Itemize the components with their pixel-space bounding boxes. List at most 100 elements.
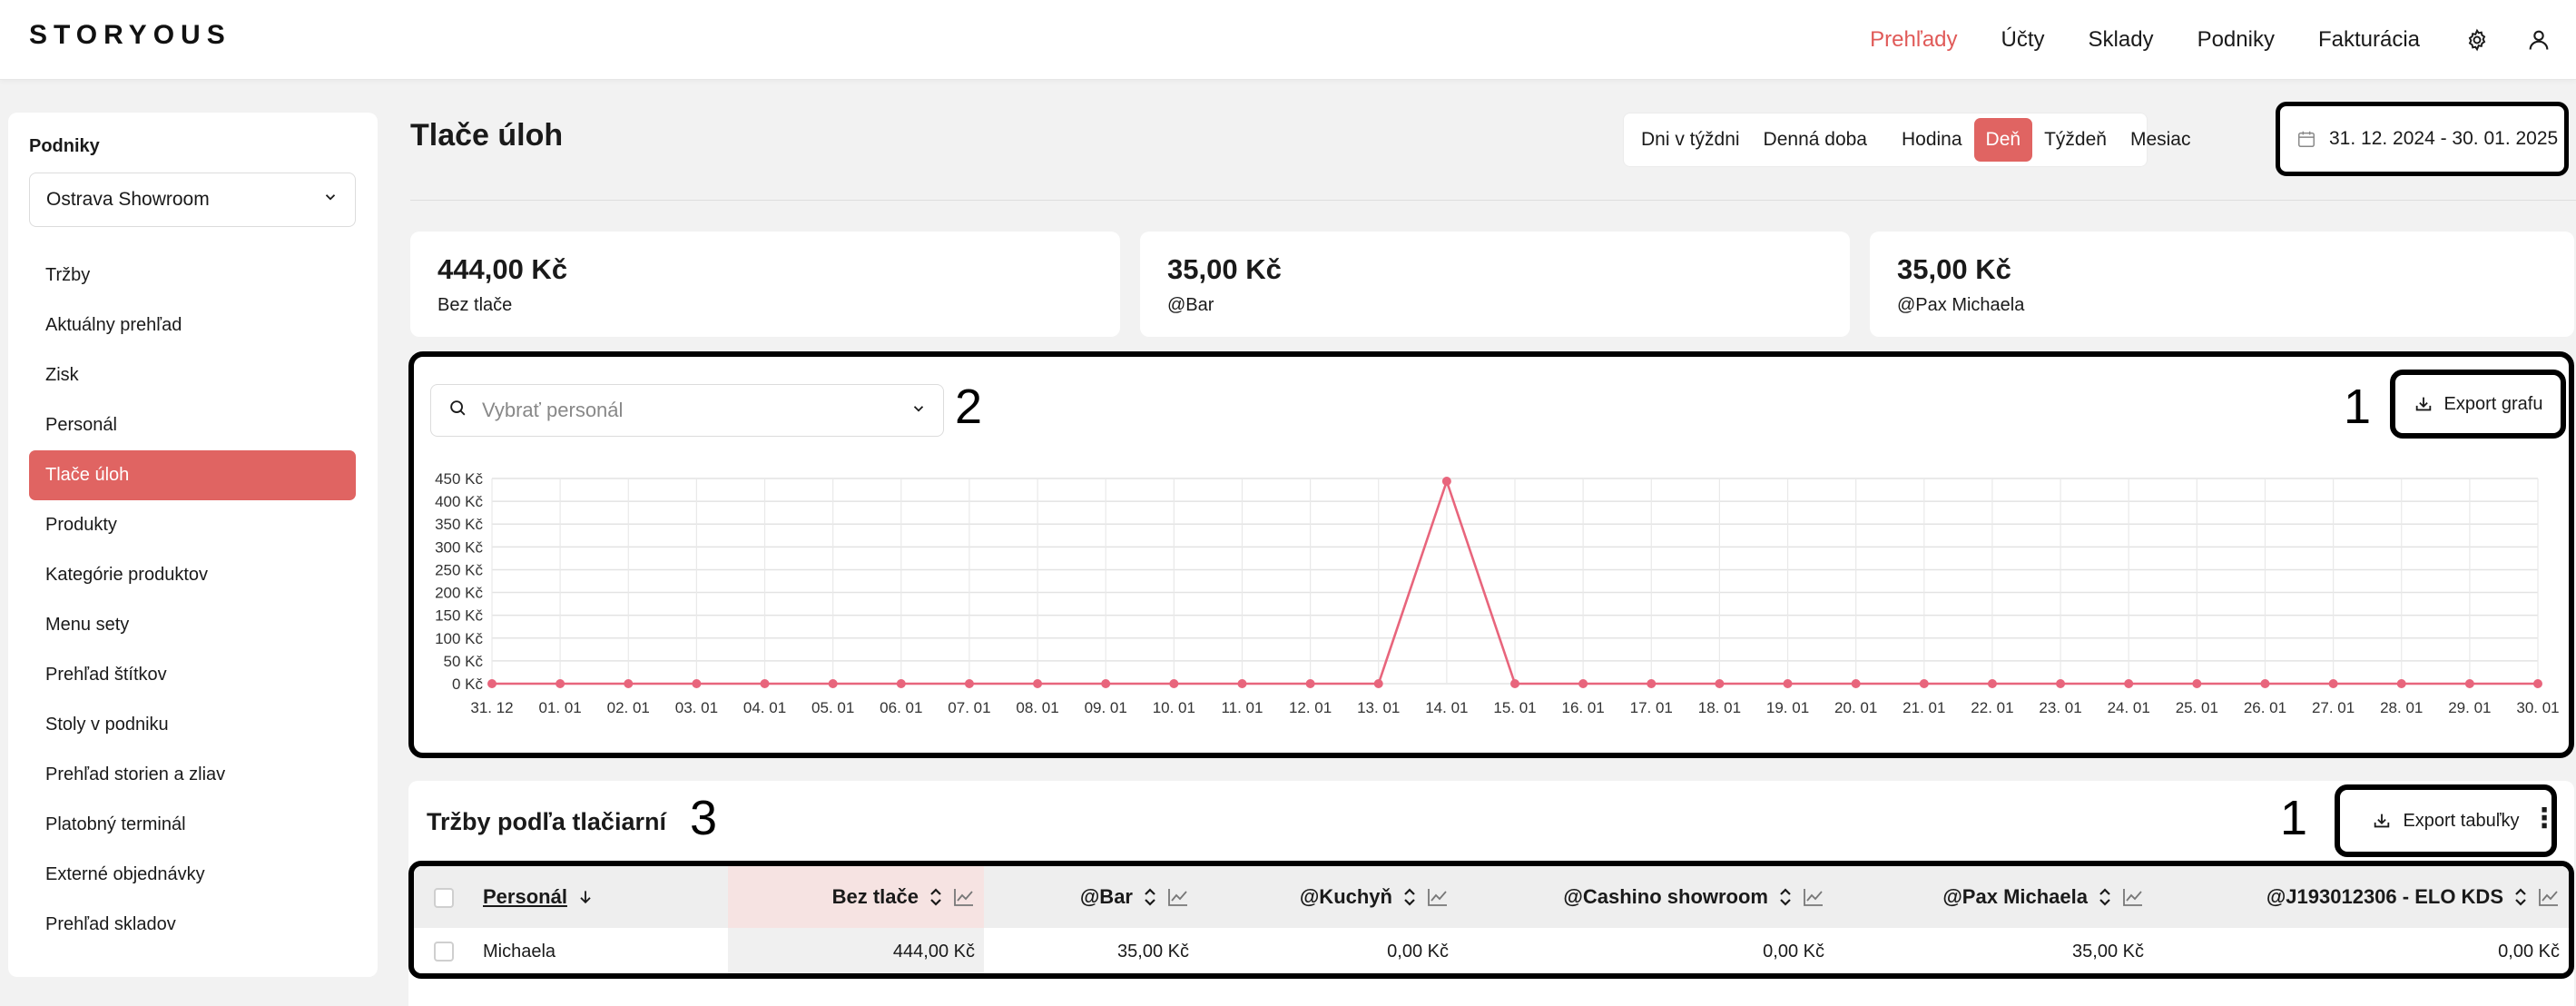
staff-select-placeholder: Vybrať personál bbox=[482, 399, 624, 421]
trend-chart-icon[interactable] bbox=[1803, 887, 1824, 907]
sidebar-item-stoly[interactable]: Stoly v podniku bbox=[29, 700, 356, 750]
sidebar-item-externe-objednavky[interactable]: Externé objednávky bbox=[29, 850, 356, 900]
x-tick-label: 08. 01 bbox=[1016, 699, 1058, 716]
sidebar-item-personal[interactable]: Personál bbox=[29, 400, 356, 450]
table-frame: Personál Bez tlače @Bar @Kuchyň @Cashino… bbox=[408, 861, 2574, 979]
sidebar-item-prehlad-stitkov[interactable]: Prehľad štítkov bbox=[29, 650, 356, 700]
sidebar-item-zisk[interactable]: Zisk bbox=[29, 350, 356, 400]
x-tick-label: 24. 01 bbox=[2108, 699, 2150, 716]
sidebar-item-tlace-uloh[interactable]: Tlače úloh bbox=[29, 450, 356, 500]
x-tick-label: 15. 01 bbox=[1493, 699, 1536, 716]
trend-chart-icon[interactable] bbox=[953, 887, 975, 907]
data-point bbox=[2328, 679, 2338, 688]
table-cell: Michaela bbox=[483, 941, 556, 962]
period-segmented-control: Dni v týždni Denná doba Hodina Deň Týžde… bbox=[1623, 113, 2190, 167]
segment-mesiac[interactable]: Mesiac bbox=[2119, 118, 2203, 162]
sidebar-menu: Tržby Aktuálny prehľad Zisk Personál Tla… bbox=[29, 251, 356, 950]
data-point bbox=[760, 679, 770, 688]
select-all-checkbox[interactable] bbox=[434, 888, 454, 909]
data-point bbox=[487, 679, 497, 688]
segment-hodina[interactable]: Hodina bbox=[1890, 118, 1974, 162]
column-header-kuchyn[interactable]: @Kuchyň bbox=[1198, 866, 1458, 928]
gear-icon[interactable] bbox=[2463, 26, 2491, 54]
trend-chart-icon[interactable] bbox=[1167, 887, 1189, 907]
more-options-icon[interactable]: ⋮ bbox=[2531, 805, 2558, 833]
export-table-button[interactable]: Export tabuľky bbox=[2335, 784, 2557, 857]
x-tick-label: 19. 01 bbox=[1766, 699, 1809, 716]
kpi-value: 35,00 Kč bbox=[1897, 253, 2011, 285]
data-point bbox=[1851, 679, 1861, 688]
storyous-logo[interactable]: STORYOUS bbox=[29, 20, 231, 51]
row-checkbox[interactable] bbox=[434, 942, 454, 962]
date-range-picker[interactable]: 31. 12. 2024 - 30. 01. 2025 bbox=[2276, 102, 2569, 176]
table-cell: 0,00 Kč bbox=[1387, 941, 1449, 962]
nav-sklady[interactable]: Sklady bbox=[2089, 27, 2154, 53]
sidebar-item-trzby[interactable]: Tržby bbox=[29, 251, 356, 301]
sidebar-item-menu-sety[interactable]: Menu sety bbox=[29, 600, 356, 650]
sidebar-item-storna-zlavy[interactable]: Prehľad storien a zliav bbox=[29, 750, 356, 800]
nav-ucty[interactable]: Účty bbox=[2001, 27, 2045, 53]
x-tick-label: 31. 12 bbox=[470, 699, 513, 716]
y-tick-label: 250 Kč bbox=[435, 561, 483, 578]
column-header-bar[interactable]: @Bar bbox=[984, 866, 1198, 928]
column-header-personal[interactable]: Personál bbox=[474, 866, 728, 928]
sidebar-item-aktualny-prehlad[interactable]: Aktuálny prehľad bbox=[29, 301, 356, 350]
sidebar-item-kategorie-produktov[interactable]: Kategórie produktov bbox=[29, 550, 356, 600]
venue-select[interactable]: Ostrava Showroom bbox=[29, 173, 356, 227]
x-tick-label: 05. 01 bbox=[811, 699, 854, 716]
x-tick-label: 29. 01 bbox=[2448, 699, 2491, 716]
x-tick-label: 26. 01 bbox=[2244, 699, 2286, 716]
y-tick-label: 350 Kč bbox=[435, 516, 483, 533]
sidebar-item-platobny-terminal[interactable]: Platobný terminál bbox=[29, 800, 356, 850]
line-chart: 0 Kč 50 Kč 100 Kč 150 Kč 200 Kč 250 Kč 300 Kč 3… bbox=[435, 470, 2560, 716]
column-header-cashino-showroom[interactable]: @Cashino showroom bbox=[1458, 866, 1834, 928]
export-chart-button[interactable]: Export grafu bbox=[2390, 370, 2566, 439]
x-tick-label: 22. 01 bbox=[1971, 699, 2013, 716]
nav-podniky[interactable]: Podniky bbox=[2197, 27, 2275, 53]
data-point bbox=[692, 679, 702, 688]
x-tick-label: 16. 01 bbox=[1562, 699, 1605, 716]
column-header-elo-kds[interactable]: @J193012306 - ELO KDS bbox=[2153, 866, 2569, 928]
column-header-bez-tlace[interactable]: Bez tlače bbox=[728, 866, 984, 928]
data-point bbox=[964, 679, 974, 688]
select-all-checkbox-cell bbox=[414, 866, 474, 928]
data-point bbox=[1783, 679, 1793, 688]
table-panel: Tržby podľa tlačiarní 3 1 Export tabuľky… bbox=[408, 781, 2574, 1006]
segment-dni-v-tyzdni[interactable]: Dni v týždni bbox=[1629, 118, 1752, 162]
sort-desc-icon bbox=[580, 891, 591, 904]
sidebar-item-produkty[interactable]: Produkty bbox=[29, 500, 356, 550]
data-point bbox=[1441, 477, 1451, 487]
trend-chart-icon[interactable] bbox=[1427, 887, 1449, 907]
search-icon bbox=[447, 398, 467, 423]
sort-icon bbox=[1145, 888, 1155, 906]
download-icon bbox=[2372, 811, 2392, 831]
kpi-value: 444,00 Kč bbox=[438, 253, 568, 285]
kpi-card-bar: 35,00 Kč @Bar bbox=[1140, 232, 1850, 337]
x-tick-label: 07. 01 bbox=[948, 699, 990, 716]
page-title: Tlače úloh bbox=[410, 118, 564, 153]
nav-prehlady[interactable]: Prehľady bbox=[1870, 27, 1957, 53]
export-table-label: Export tabuľky bbox=[2403, 810, 2520, 831]
nav-fakturacia[interactable]: Fakturácia bbox=[2318, 27, 2420, 53]
data-point bbox=[828, 679, 838, 688]
column-header-pax-michaela[interactable]: @Pax Michaela bbox=[1834, 866, 2153, 928]
trend-chart-icon[interactable] bbox=[2122, 887, 2144, 907]
sidebar-title: Podniky bbox=[29, 136, 100, 156]
table-row[interactable]: Michaela 444,00 Kč 35,00 Kč 0,00 Kč 0,00… bbox=[414, 928, 2569, 973]
sidebar-item-prehlad-skladov[interactable]: Prehľad skladov bbox=[29, 900, 356, 950]
user-icon[interactable] bbox=[2525, 26, 2552, 54]
segment-denna-doba[interactable]: Denná doba bbox=[1752, 118, 1879, 162]
top-navigation: STORYOUS Prehľady Účty Sklady Podniky Fa… bbox=[0, 0, 2576, 80]
x-tick-label: 18. 01 bbox=[1698, 699, 1741, 716]
segment-tyzden[interactable]: Týždeň bbox=[2032, 118, 2119, 162]
trend-chart-icon[interactable] bbox=[2538, 887, 2560, 907]
data-point bbox=[2533, 679, 2542, 688]
annotation-number: 1 bbox=[2280, 791, 2308, 845]
data-point bbox=[1578, 679, 1588, 688]
y-tick-label: 0 Kč bbox=[452, 676, 484, 693]
row-checkbox-cell bbox=[414, 928, 474, 973]
staff-select[interactable]: Vybrať personál bbox=[430, 384, 944, 437]
x-tick-label: 28. 01 bbox=[2380, 699, 2423, 716]
segment-den[interactable]: Deň bbox=[1973, 118, 2033, 162]
chart-panel: Vybrať personál 2 1 Export grafu 0 Kč 50 … bbox=[408, 351, 2574, 758]
